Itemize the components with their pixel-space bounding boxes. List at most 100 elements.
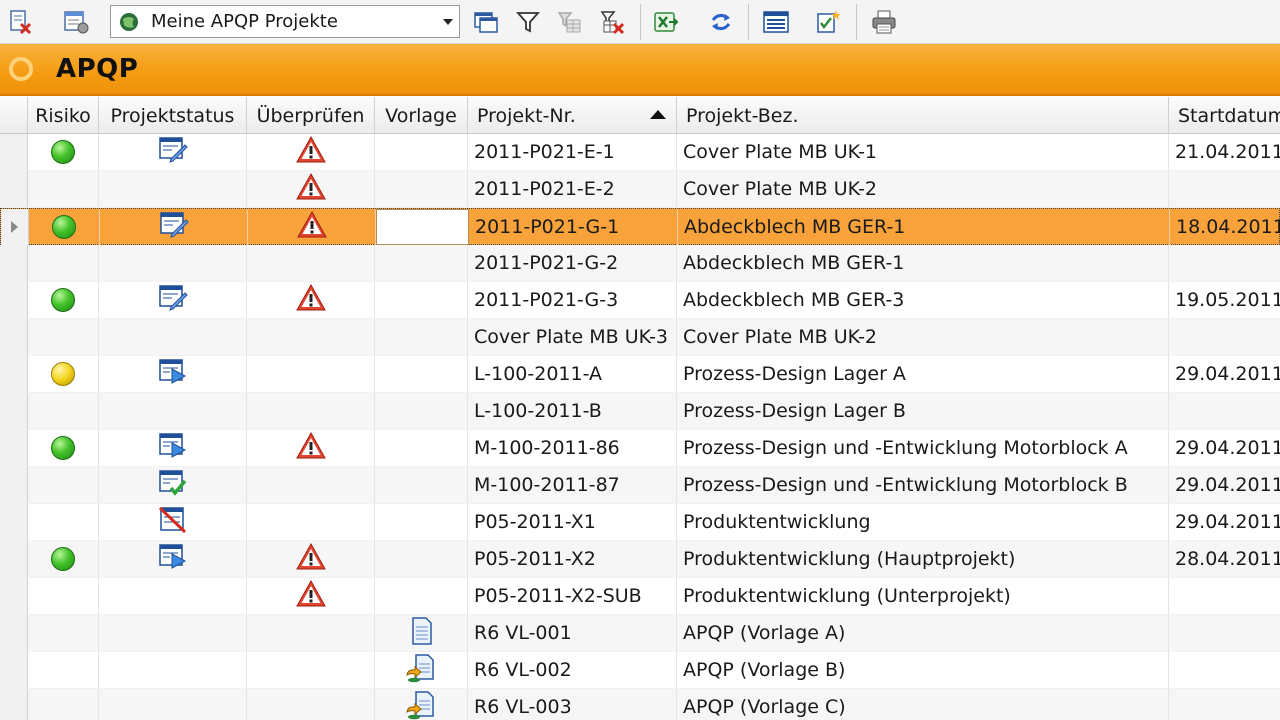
template-cell[interactable] (375, 430, 468, 466)
excel-export-icon[interactable] (650, 6, 682, 38)
list-icon[interactable] (760, 6, 792, 38)
template-cell[interactable] (375, 689, 468, 720)
row-selector[interactable] (0, 134, 28, 170)
risk-cell[interactable] (28, 689, 99, 720)
start-date-cell[interactable]: 29.04.2011 (1169, 430, 1280, 466)
risk-cell[interactable] (28, 504, 99, 540)
table-row[interactable]: Cover Plate MB UK-3 Cover Plate MB UK-2 (0, 319, 1280, 356)
table-row[interactable]: 2011-P021-G-3 Abdeckblech MB GER-3 19.05.2… (0, 282, 1280, 319)
row-selector[interactable] (0, 615, 28, 651)
start-date-cell[interactable]: 28.04.2011 (1169, 541, 1280, 577)
start-date-cell[interactable] (1169, 171, 1280, 207)
table-row[interactable]: L-100-2011-A Prozess-Design Lager A 29.04.… (0, 356, 1280, 393)
header-projekt-bez[interactable]: Projekt-Bez. (677, 97, 1169, 134)
project-name-cell[interactable]: Prozess-Design Lager A (677, 356, 1169, 392)
risk-cell[interactable] (28, 578, 99, 614)
risk-cell[interactable] (28, 356, 99, 392)
review-cell[interactable] (247, 319, 375, 355)
template-cell[interactable] (375, 356, 468, 392)
status-cell[interactable] (100, 209, 248, 245)
header-projekt-nr[interactable]: Projekt-Nr. (468, 97, 677, 134)
review-cell[interactable] (247, 282, 375, 318)
start-date-cell[interactable]: 29.04.2011 (1169, 356, 1280, 392)
print-icon[interactable] (868, 6, 900, 38)
project-name-cell[interactable]: Prozess-Design und -Entwicklung Motorblo… (677, 467, 1169, 503)
project-name-cell[interactable]: Cover Plate MB UK-2 (677, 171, 1169, 207)
row-selector[interactable] (0, 689, 28, 720)
project-name-cell[interactable]: Abdeckblech MB GER-1 (677, 245, 1169, 281)
template-cell[interactable] (376, 209, 469, 245)
review-cell[interactable] (247, 430, 375, 466)
status-cell[interactable] (99, 282, 247, 318)
project-number-cell[interactable]: R6 VL-001 (468, 615, 677, 651)
project-name-cell[interactable]: APQP (Vorlage A) (677, 615, 1169, 651)
row-selector[interactable] (1, 209, 29, 245)
row-selector[interactable] (0, 652, 28, 688)
template-cell[interactable] (375, 578, 468, 614)
project-name-cell[interactable]: Cover Plate MB UK-1 (677, 134, 1169, 170)
table-row[interactable]: 2011-P021-G-1 Abdeckblech MB GER-1 18.04.2… (0, 208, 1280, 245)
filter-disabled-icon[interactable] (553, 6, 585, 38)
table-row[interactable]: R6 VL-002 APQP (Vorlage B) (0, 652, 1280, 689)
status-cell[interactable] (99, 467, 247, 503)
risk-cell[interactable] (28, 134, 99, 170)
project-number-cell[interactable]: P05-2011-X2-SUB (468, 578, 677, 614)
row-selector[interactable] (0, 245, 28, 281)
header-ueberpruefen[interactable]: Überprüfen (247, 97, 375, 134)
new-document-delete-icon[interactable] (4, 6, 36, 38)
project-number-cell[interactable]: 2011-P021-G-3 (468, 282, 677, 318)
table-row[interactable]: M-100-2011-86 Prozess-Design und -Entwick… (0, 430, 1280, 467)
row-selector[interactable] (0, 319, 28, 355)
risk-cell[interactable] (28, 652, 99, 688)
start-date-cell[interactable] (1169, 319, 1280, 355)
project-name-cell[interactable]: Produktentwicklung (677, 504, 1169, 540)
status-cell[interactable] (99, 652, 247, 688)
row-selector[interactable] (0, 171, 28, 207)
project-number-cell[interactable]: R6 VL-003 (468, 689, 677, 720)
risk-cell[interactable] (28, 282, 99, 318)
project-name-cell[interactable]: Produktentwicklung (Hauptprojekt) (677, 541, 1169, 577)
status-cell[interactable] (99, 504, 247, 540)
project-number-cell[interactable]: M-100-2011-87 (468, 467, 677, 503)
table-row[interactable]: 2011-P021-E-1 Cover Plate MB UK-1 21.04.20… (0, 134, 1280, 171)
start-date-cell[interactable] (1169, 245, 1280, 281)
review-cell[interactable] (247, 615, 375, 651)
status-cell[interactable] (99, 430, 247, 466)
project-number-cell[interactable]: 2011-P021-G-1 (469, 209, 678, 245)
risk-cell[interactable] (28, 171, 99, 207)
project-number-cell[interactable]: Cover Plate MB UK-3 (468, 319, 677, 355)
template-cell[interactable] (375, 541, 468, 577)
review-cell[interactable] (247, 245, 375, 281)
chevron-down-icon[interactable] (437, 6, 459, 37)
project-number-cell[interactable]: R6 VL-002 (468, 652, 677, 688)
review-cell[interactable] (248, 209, 376, 245)
start-date-cell[interactable] (1169, 652, 1280, 688)
review-cell[interactable] (247, 689, 375, 720)
start-date-cell[interactable] (1169, 615, 1280, 651)
project-name-cell[interactable]: Prozess-Design Lager B (677, 393, 1169, 429)
row-selector[interactable] (0, 282, 28, 318)
row-selector[interactable] (0, 393, 28, 429)
table-row[interactable]: P05-2011-X1 Produktentwicklung 29.04.2011 (0, 504, 1280, 541)
new-item-icon[interactable] (812, 6, 844, 38)
template-cell[interactable] (375, 319, 468, 355)
status-cell[interactable] (99, 171, 247, 207)
risk-cell[interactable] (28, 467, 99, 503)
risk-cell[interactable] (28, 319, 99, 355)
risk-cell[interactable] (29, 209, 100, 245)
start-date-cell[interactable] (1169, 689, 1280, 720)
template-cell[interactable] (375, 282, 468, 318)
template-cell[interactable] (375, 615, 468, 651)
start-date-cell[interactable] (1169, 393, 1280, 429)
review-cell[interactable] (247, 578, 375, 614)
refresh-icon[interactable] (705, 6, 737, 38)
review-cell[interactable] (247, 504, 375, 540)
project-number-cell[interactable]: L-100-2011-B (468, 393, 677, 429)
risk-cell[interactable] (28, 615, 99, 651)
review-cell[interactable] (247, 393, 375, 429)
status-cell[interactable] (99, 689, 247, 720)
project-number-cell[interactable]: P05-2011-X1 (468, 504, 677, 540)
template-cell[interactable] (375, 134, 468, 170)
start-date-cell[interactable]: 29.04.2011 (1169, 504, 1280, 540)
row-selector[interactable] (0, 430, 28, 466)
